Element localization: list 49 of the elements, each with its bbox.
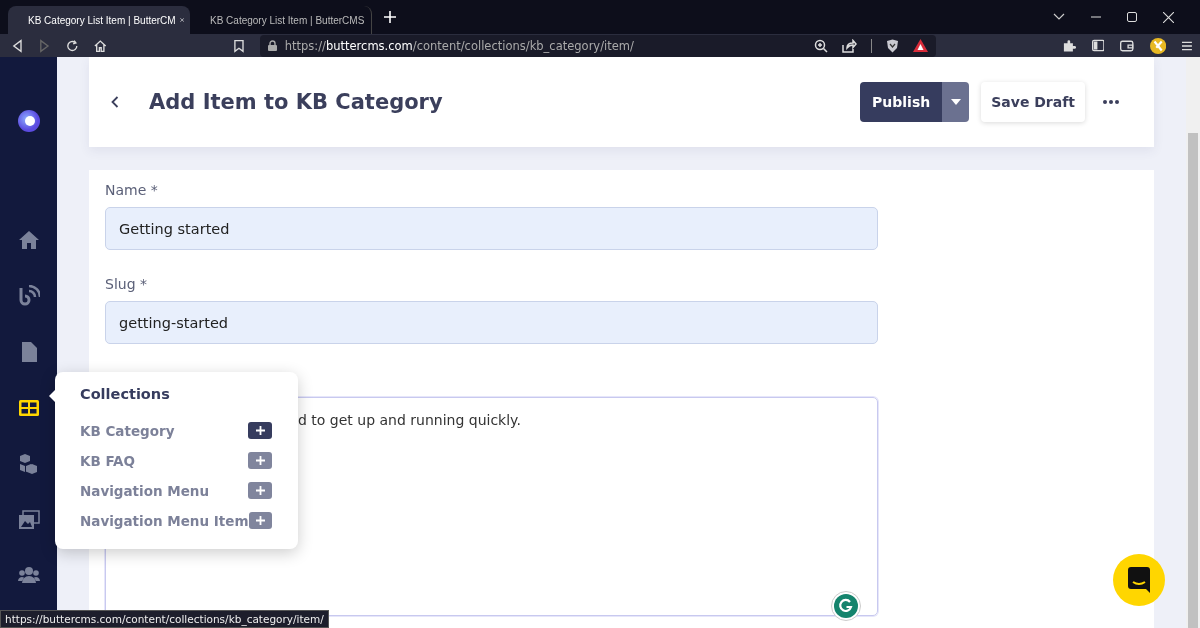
publish-button[interactable]: Publish <box>860 82 943 122</box>
triangle-icon[interactable] <box>913 39 929 52</box>
scrollbar-thumb[interactable] <box>1188 133 1198 628</box>
share-icon[interactable] <box>842 38 858 53</box>
plus-icon <box>255 456 265 465</box>
back-chevron-icon[interactable] <box>111 96 119 108</box>
scrollbar[interactable] <box>1186 57 1200 628</box>
url-text: https://buttercms.com/content/collections/kb_category/item/ <box>284 38 634 53</box>
home-icon[interactable] <box>94 38 107 53</box>
grammarly-icon[interactable] <box>831 591 861 621</box>
address-bar[interactable]: https://buttercms.com/content/collections/kb_category/item/ <box>259 34 937 57</box>
save-draft-button[interactable]: Save Draft <box>981 82 1085 122</box>
puzzle-icon[interactable] <box>1063 38 1076 53</box>
chat-icon[interactable] <box>1113 554 1165 606</box>
lock-icon <box>267 40 277 51</box>
close-icon[interactable] <box>1163 11 1174 23</box>
grid-icon[interactable] <box>17 397 40 419</box>
maximize-icon[interactable] <box>1127 12 1137 22</box>
profile-avatar-icon[interactable] <box>1149 36 1167 55</box>
logo-icon[interactable] <box>17 110 40 132</box>
menu-icon[interactable] <box>1182 40 1192 51</box>
status-url: https://buttercms.com/content/collections/kb_category/item/ <box>0 610 329 628</box>
wallet-icon[interactable] <box>1120 39 1134 52</box>
field-label: Slug * <box>105 276 148 292</box>
sidebar-icon[interactable] <box>1091 39 1105 52</box>
chevron-down-icon[interactable] <box>1053 13 1065 21</box>
browser-tab[interactable]: KB Category List Item | ButterCM <box>8 6 190 34</box>
blog-icon[interactable] <box>17 285 40 307</box>
caret-icon <box>950 99 961 105</box>
back-icon[interactable] <box>12 38 23 53</box>
text-field[interactable]: Getting started <box>105 207 878 250</box>
bookmark-icon[interactable] <box>233 38 244 53</box>
text-field[interactable]: getting-started <box>105 301 878 344</box>
zoom-icon[interactable] <box>814 38 829 53</box>
cubes-icon[interactable] <box>17 453 40 475</box>
plus-icon <box>255 486 265 495</box>
plus-icon <box>255 516 265 525</box>
plus-icon <box>255 426 265 435</box>
close-icon[interactable] <box>179 15 184 25</box>
shield-icon[interactable] <box>886 38 900 53</box>
field-label: Name * <box>105 182 159 198</box>
images-icon[interactable] <box>17 509 40 531</box>
new-tab-icon[interactable] <box>384 11 396 23</box>
add-button[interactable] <box>248 422 272 439</box>
publish-dropdown-button[interactable] <box>942 82 970 122</box>
reload-icon[interactable] <box>65 38 79 53</box>
more-icon[interactable] <box>1103 100 1119 104</box>
page-title: Add Item to KB Category <box>149 90 443 114</box>
home-icon[interactable] <box>17 229 40 251</box>
